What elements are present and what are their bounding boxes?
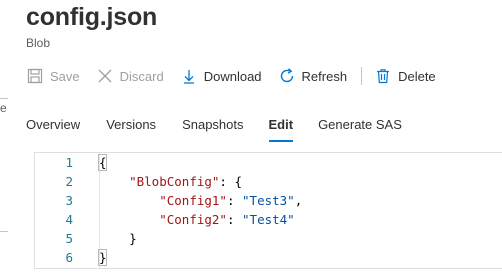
left-panel-glyph: e [0, 101, 7, 115]
tab-generate-sas-label: Generate SAS [318, 117, 402, 132]
tab-versions-label: Versions [106, 117, 157, 132]
line-number: 2 [65, 174, 73, 189]
download-icon [180, 67, 198, 85]
code-line: 3 "Config1": "Test3", [35, 191, 502, 210]
active-tab-indicator [268, 140, 294, 142]
discard-button[interactable]: Discard [96, 63, 164, 89]
code-text: "Config1": "Test3", [159, 193, 303, 208]
left-panel-divider [0, 231, 8, 232]
download-label: Download [203, 68, 262, 84]
line-number: 6 [65, 250, 73, 265]
delete-label: Delete [398, 68, 436, 84]
refresh-icon [278, 67, 296, 85]
tab-edit-label: Edit [268, 117, 294, 132]
code-text: } [99, 250, 107, 265]
save-icon [26, 67, 44, 85]
code-text: "BlobConfig": { [129, 174, 243, 189]
trash-icon [374, 67, 392, 85]
code-line: 2 "BlobConfig": { [35, 172, 502, 191]
save-button[interactable]: Save [26, 63, 80, 89]
tab-generate-sas[interactable]: Generate SAS [318, 108, 402, 142]
code-line: 5 } [35, 229, 502, 248]
left-panel-edge: e [0, 0, 8, 273]
line-number: 1 [65, 155, 73, 170]
save-label: Save [50, 68, 80, 84]
tab-edit[interactable]: Edit [268, 108, 294, 142]
code-editor[interactable]: 1 { 2 "BlobConfig": { 3 "Config1": "Test… [34, 152, 502, 269]
tab-bar: Overview Versions Snapshots Edit Generat… [26, 108, 402, 142]
page-title: config.json [26, 3, 158, 31]
command-bar: Save Discard Download Refresh Delete [26, 63, 436, 89]
code-line: 6 } [35, 248, 502, 267]
line-number: 4 [65, 212, 73, 227]
download-button[interactable]: Download [180, 63, 262, 89]
close-icon [96, 67, 114, 85]
line-number: 3 [65, 193, 73, 208]
tab-snapshots[interactable]: Snapshots [182, 108, 243, 142]
tab-snapshots-label: Snapshots [182, 117, 244, 132]
discard-label: Discard [119, 68, 164, 84]
code-text: { [99, 155, 107, 170]
line-number: 5 [65, 231, 73, 246]
tab-overview-label: Overview [26, 117, 81, 132]
tab-versions[interactable]: Versions [106, 108, 156, 142]
refresh-label: Refresh [301, 68, 348, 84]
code-line: 4 "Config2": "Test4" [35, 210, 502, 229]
code-text: "Config2": "Test4" [159, 212, 295, 227]
left-panel-divider [0, 98, 8, 99]
page-subtitle: Blob [26, 36, 51, 50]
toolbar-divider [361, 67, 363, 85]
refresh-button[interactable]: Refresh [278, 63, 348, 89]
code-line: 1 { [35, 153, 502, 172]
code-text: } [129, 231, 137, 246]
delete-button[interactable]: Delete [374, 63, 436, 89]
tab-overview[interactable]: Overview [26, 108, 80, 142]
